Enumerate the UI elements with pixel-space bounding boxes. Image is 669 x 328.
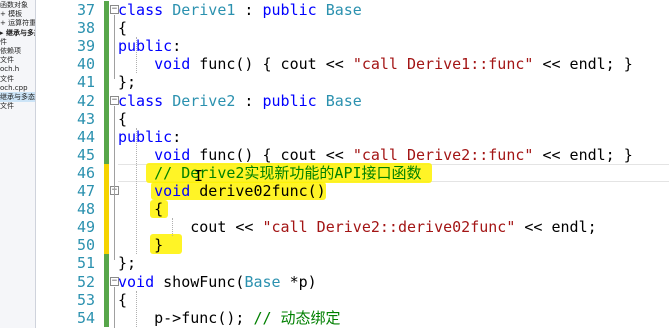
line-number: 47 bbox=[76, 182, 95, 200]
saved-change-bar bbox=[104, 1, 109, 164]
code-token: { bbox=[118, 19, 128, 38]
code-line[interactable]: p->func(); // 动态绑定 bbox=[118, 308, 341, 327]
code-line[interactable]: }; bbox=[118, 73, 136, 91]
code-line[interactable]: } bbox=[118, 236, 163, 254]
code-token: void bbox=[154, 182, 200, 200]
code-line[interactable]: class Derive1 : public Base bbox=[118, 1, 362, 19]
code-line[interactable]: // Derive2实现新功能的API接口函数 bbox=[118, 164, 421, 182]
code-token: << endl; } bbox=[533, 55, 633, 74]
line-number: 39 bbox=[76, 37, 95, 56]
line-number: 40 bbox=[76, 55, 95, 74]
minus-box-icon[interactable]: − bbox=[110, 95, 119, 105]
line-number: 52 bbox=[76, 272, 95, 291]
code-token: { bbox=[118, 109, 128, 128]
code-token: void bbox=[118, 272, 164, 291]
code-token: func() { cout << bbox=[199, 55, 353, 74]
outline-bracket bbox=[114, 105, 115, 261]
indent-guide bbox=[136, 37, 137, 74]
code-token: : bbox=[172, 37, 182, 56]
code-token: void bbox=[154, 55, 200, 74]
code-line[interactable]: void func() { cout << "call Derive1::fun… bbox=[118, 55, 633, 73]
line-number: 50 bbox=[76, 236, 95, 255]
code-line[interactable]: { bbox=[118, 19, 127, 37]
code-line[interactable]: public: bbox=[118, 37, 181, 55]
line-number: 44 bbox=[76, 127, 95, 146]
code-token: "call Derive2::derive02func" bbox=[262, 218, 516, 237]
line-number: 37 bbox=[76, 1, 95, 19]
code-token: // 动态绑定 bbox=[253, 308, 341, 327]
code-token: Base bbox=[244, 272, 281, 291]
minus-box-icon[interactable]: − bbox=[110, 5, 119, 14]
code-token: cout << bbox=[118, 218, 263, 237]
indent-guide bbox=[136, 290, 137, 327]
code-token: Base bbox=[325, 1, 362, 19]
line-number: 42 bbox=[76, 91, 95, 110]
code-token: void bbox=[154, 145, 200, 164]
line-number: 46 bbox=[76, 163, 95, 182]
code-token: p->func(); bbox=[118, 308, 254, 327]
code-token: *p) bbox=[280, 272, 317, 291]
code-token: "call Derive2::func" bbox=[352, 145, 534, 164]
code-token: << endl; bbox=[515, 218, 597, 237]
code-token: derive02func() bbox=[199, 182, 326, 200]
code-token: }; bbox=[118, 254, 137, 273]
code-token: showFunc( bbox=[163, 272, 245, 291]
code-token: Derive1 bbox=[172, 1, 236, 19]
code-line[interactable]: { bbox=[118, 110, 127, 128]
code-line[interactable]: { bbox=[118, 291, 127, 309]
line-number: 54 bbox=[76, 308, 95, 327]
line-number: 48 bbox=[76, 200, 95, 219]
saved-change-bar bbox=[104, 254, 109, 327]
code-token: func() { cout << bbox=[199, 145, 353, 164]
code-token: : bbox=[172, 127, 182, 146]
line-number: 43 bbox=[76, 109, 95, 128]
line-number-gutter: 37 38 39 40 41 42 43 44 45 46 47 48 49 50 51 52 53 54 bbox=[37, 0, 103, 328]
code-line[interactable]: void derive02func() bbox=[118, 182, 326, 200]
line-number: 45 bbox=[76, 145, 95, 164]
outline-bracket bbox=[114, 15, 115, 80]
code-token: class bbox=[118, 1, 173, 19]
code-token: "call Derive1::func" bbox=[352, 55, 534, 74]
code-token: } bbox=[118, 236, 164, 255]
line-number: 49 bbox=[76, 218, 95, 237]
code-token: : bbox=[235, 1, 263, 19]
minus-box-icon[interactable]: − bbox=[110, 276, 119, 286]
code-line[interactable]: }; bbox=[118, 254, 136, 272]
code-token: << endl; } bbox=[533, 145, 633, 164]
code-token: public bbox=[262, 1, 326, 19]
code-line[interactable]: cout << "call Derive2::derive02func" << … bbox=[118, 218, 597, 237]
code-token: }; bbox=[118, 73, 137, 92]
code-line[interactable]: void func() { cout << "call Derive2::fun… bbox=[118, 146, 633, 164]
code-token: Derive2 bbox=[172, 91, 236, 110]
indent-guide bbox=[136, 127, 137, 255]
code-token: { bbox=[118, 200, 164, 219]
line-number: 38 bbox=[76, 19, 95, 38]
code-token: Base bbox=[325, 91, 362, 110]
code-token: public bbox=[262, 91, 326, 110]
code-token: public bbox=[118, 127, 173, 146]
code-line[interactable]: void showFunc(Base *p) bbox=[118, 273, 317, 291]
code-line[interactable]: public: bbox=[118, 128, 181, 146]
unsaved-change-bar bbox=[104, 163, 109, 255]
outline-bracket bbox=[114, 286, 115, 328]
code-token: { bbox=[118, 290, 128, 309]
line-number: 51 bbox=[76, 254, 95, 273]
line-number: 41 bbox=[76, 73, 95, 92]
line-number: 53 bbox=[76, 290, 95, 309]
indent-guide bbox=[172, 218, 173, 237]
code-token: : bbox=[235, 91, 263, 110]
code-line[interactable]: class Derive2 : public Base bbox=[118, 92, 362, 110]
code-token: public bbox=[118, 37, 173, 56]
solution-explorer-panel: 函数对象+ 模板+ 运算符重载▸ 继承与多态件依赖项文件och.h文件och.c… bbox=[0, 0, 36, 328]
code-line[interactable]: { bbox=[118, 200, 163, 218]
sidebar-item[interactable]: 文件 bbox=[0, 101, 35, 111]
code-token: class bbox=[118, 91, 173, 110]
code-editor[interactable]: class Derive1 : public Base{public: void… bbox=[118, 0, 669, 328]
i-beam-icon: I bbox=[194, 166, 204, 185]
